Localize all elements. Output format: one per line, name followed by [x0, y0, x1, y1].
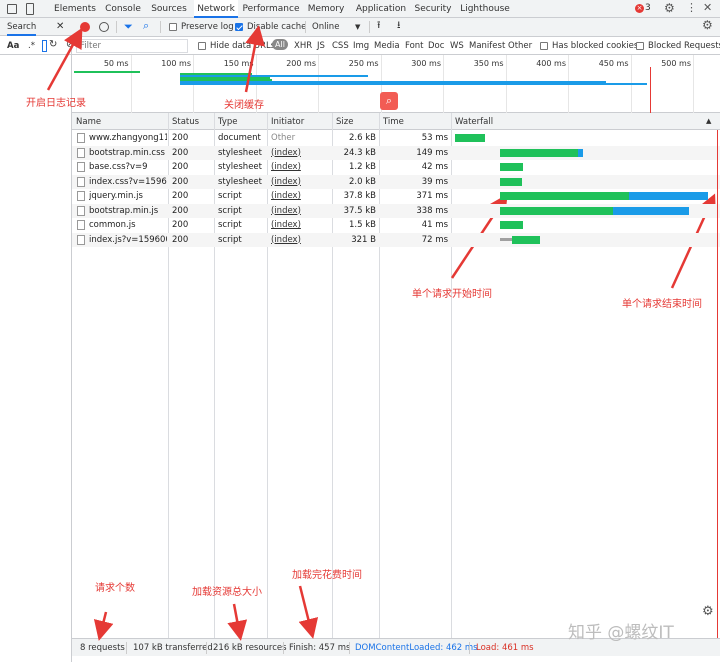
request-size: 37.5 kB: [343, 205, 376, 216]
file-icon: [77, 147, 85, 158]
waterfall-bar-waiting[interactable]: [499, 221, 523, 229]
request-type: stylesheet: [218, 147, 262, 158]
annotation-size: 加载资源总大小: [192, 587, 262, 598]
arrow-time: [298, 585, 319, 639]
initiator-link[interactable]: Other: [271, 133, 329, 143]
request-type: stylesheet: [218, 162, 262, 172]
waterfall-bar-download[interactable]: [613, 206, 690, 215]
request-name: base.css?v=9: [89, 162, 148, 172]
request-name: www.zhangyong11...: [89, 133, 167, 143]
request-type: document: [218, 133, 261, 143]
watermark: 知乎 @螺纹IT: [568, 623, 674, 643]
waterfall-bar-download[interactable]: [578, 148, 584, 157]
request-size: 321 B: [351, 234, 376, 245]
waterfall-bar-waiting[interactable]: [499, 206, 614, 215]
request-time: 42 ms: [421, 162, 448, 172]
annotation-record: 开启日志记录: [26, 98, 86, 109]
arrow-cache: [244, 25, 265, 93]
request-time: 149 ms: [416, 147, 448, 158]
waterfall-bar-download[interactable]: [628, 192, 708, 200]
waterfall-bar-waiting[interactable]: [499, 177, 522, 186]
initiator-link[interactable]: (index): [271, 177, 329, 187]
request-status: 200: [172, 205, 189, 216]
request-size: 37.8 kB: [343, 191, 376, 201]
waterfall-bar-waiting[interactable]: [499, 148, 579, 157]
request-name: common.js: [89, 220, 136, 230]
request-size: 2.6 kB: [349, 133, 376, 143]
waterfall-bar-waiting[interactable]: [499, 163, 524, 171]
request-status: 200: [172, 191, 189, 201]
initiator-link[interactable]: (index): [271, 220, 329, 230]
request-size: 1.5 kB: [349, 220, 376, 230]
request-time: 371 ms: [416, 191, 448, 201]
settings-gear-bottom-icon[interactable]: ⚙: [702, 604, 714, 619]
initiator-link[interactable]: (index): [271, 206, 329, 216]
request-size: 2.0 kB: [349, 176, 376, 187]
request-status: 200: [172, 133, 189, 143]
request-time: 41 ms: [421, 220, 448, 230]
waterfall-bar-waiting[interactable]: [511, 235, 541, 244]
waterfall-bar-waiting[interactable]: [499, 192, 629, 200]
request-name: index.js?v=159600...: [89, 234, 167, 245]
annotation-end: 单个请求结束时间: [622, 299, 702, 310]
request-name: bootstrap.min.css: [89, 147, 165, 158]
arrow-size: [227, 603, 248, 641]
request-type: stylesheet: [218, 176, 262, 187]
annotation-time: 加载完花费时间: [292, 570, 362, 581]
request-status: 200: [172, 162, 189, 172]
file-icon: [77, 234, 85, 245]
waterfall-bar-waiting[interactable]: [455, 134, 485, 142]
arrow-record: [46, 27, 83, 91]
request-status: 200: [172, 234, 189, 245]
initiator-link[interactable]: (index): [271, 148, 329, 158]
request-status: 200: [172, 176, 189, 187]
request-type: script: [218, 191, 242, 201]
request-name: jquery.min.js: [89, 191, 143, 201]
request-type: script: [218, 205, 242, 216]
file-icon: [77, 162, 85, 172]
request-time: 53 ms: [421, 133, 448, 143]
request-time: 338 ms: [416, 205, 448, 216]
initiator-link[interactable]: (index): [271, 235, 329, 245]
annotation-count: 请求个数: [95, 583, 135, 594]
request-size: 24.3 kB: [343, 147, 376, 158]
annotation-start: 单个请求开始时间: [412, 289, 492, 300]
file-icon: [77, 205, 85, 216]
waterfall-bar-queueing[interactable]: [499, 237, 512, 241]
load-event-line: [717, 130, 718, 638]
arrow-count: [93, 611, 114, 641]
request-time: 39 ms: [421, 176, 448, 187]
annotation-cache: 关闭缓存: [224, 100, 264, 111]
file-icon: [77, 133, 85, 143]
request-type: script: [218, 220, 242, 230]
search-float-button[interactable]: ⌕: [380, 92, 398, 110]
request-status: 200: [172, 147, 189, 158]
initiator-link[interactable]: (index): [271, 162, 329, 172]
request-size: 1.2 kB: [349, 162, 376, 172]
file-icon: [77, 176, 85, 187]
request-type: script: [218, 234, 242, 245]
request-name: bootstrap.min.js: [89, 205, 159, 216]
request-time: 72 ms: [421, 234, 448, 245]
file-icon: [77, 191, 85, 201]
initiator-link[interactable]: (index): [271, 191, 329, 201]
annotation-arrows: [46, 25, 716, 641]
file-icon: [77, 220, 85, 230]
request-name: index.css?v=15960...: [89, 176, 167, 187]
request-status: 200: [172, 220, 189, 230]
